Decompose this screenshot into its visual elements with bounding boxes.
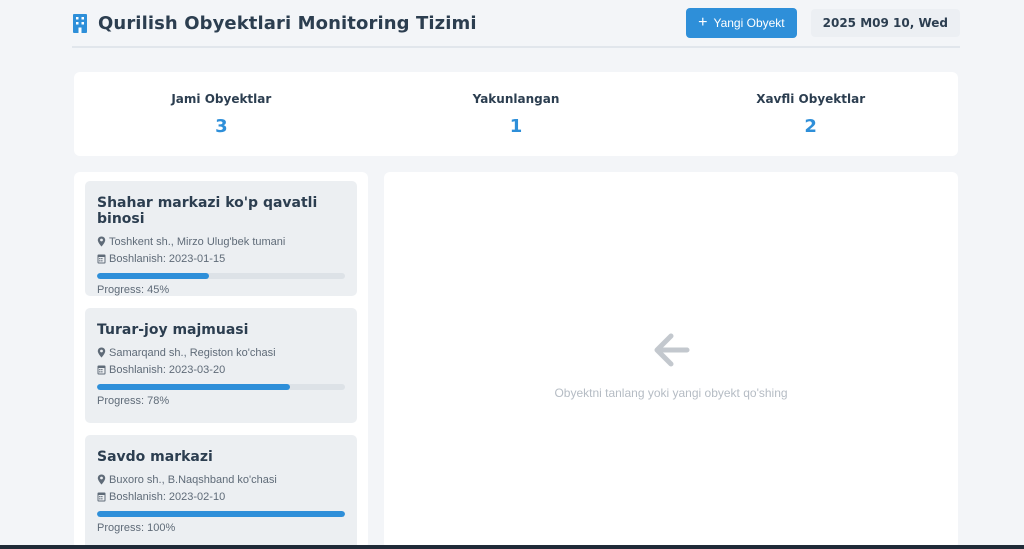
project-start: Boshlanish: 2023-03-20 [97, 363, 345, 376]
app-header: Qurilish Obyektlari Monitoring Tizimi + … [72, 0, 960, 48]
taskbar-strip [0, 545, 1024, 549]
location-text: Buxoro sh., B.Naqshband ko'chasi [109, 473, 277, 486]
stat-label: Jami Obyektlar [171, 91, 272, 106]
progress-bar-fill [97, 511, 345, 517]
project-list: Shahar markazi ko'p qavatli binosi Toshk… [74, 172, 368, 549]
calendar-icon [97, 491, 106, 502]
progress-bar [97, 273, 345, 279]
project-location: Buxoro sh., B.Naqshband ko'chasi [97, 473, 345, 486]
project-card[interactable]: Shahar markazi ko'p qavatli binosi Toshk… [85, 181, 357, 296]
project-name: Turar-joy majmuasi [97, 322, 249, 338]
project-name: Savdo markazi [97, 449, 213, 465]
location-text: Toshkent sh., Mirzo Ulug'bek tumani [109, 235, 286, 248]
empty-state-text: Obyektni tanlang yoki yangi obyekt qo'sh… [554, 386, 788, 400]
empty-state: Obyektni tanlang yoki yangi obyekt qo'sh… [384, 332, 958, 400]
stat-completed: Yakunlangan 1 [369, 92, 664, 137]
stat-total: Jami Obyektlar 3 [74, 92, 369, 137]
date-badge: 2025 M09 10, Wed [810, 9, 960, 37]
progress-text: Progress: 45% [97, 284, 170, 296]
stat-value: 2 [804, 115, 817, 137]
progress-bar-fill [97, 384, 291, 390]
title-group: Qurilish Obyektlari Monitoring Tizimi [72, 13, 477, 34]
page-title: Qurilish Obyektlari Monitoring Tizimi [98, 12, 477, 34]
project-name: Shahar markazi ko'p qavatli binosi [97, 195, 318, 227]
calendar-icon [97, 253, 106, 264]
project-location: Toshkent sh., Mirzo Ulug'bek tumani [97, 235, 345, 248]
map-marker-icon [97, 347, 106, 358]
stat-dangerous: Xavfli Obyektlar 2 [663, 92, 958, 137]
project-location: Samarqand sh., Registon ko'chasi [97, 346, 345, 359]
stat-label: Xavfli Obyektlar [756, 91, 866, 106]
progress-text: Progress: 100% [97, 522, 176, 534]
project-start: Boshlanish: 2023-01-15 [97, 252, 345, 265]
add-object-label: Yangi Obyekt [713, 16, 785, 30]
map-marker-icon [97, 474, 106, 485]
start-text: Boshlanish: 2023-03-20 [109, 363, 226, 376]
project-card[interactable]: Savdo markazi Buxoro sh., B.Naqshband ko… [85, 435, 357, 549]
detail-panel: Obyektni tanlang yoki yangi obyekt qo'sh… [384, 172, 958, 549]
plus-icon: + [698, 14, 708, 31]
project-card[interactable]: Turar-joy majmuasi Samarqand sh., Regist… [85, 308, 357, 423]
building-icon [72, 13, 88, 33]
progress-bar [97, 511, 345, 517]
stat-value: 3 [215, 115, 228, 137]
header-actions: + Yangi Obyekt 2025 M09 10, Wed [686, 8, 960, 38]
arrow-left-icon [384, 332, 958, 368]
progress-text: Progress: 78% [97, 395, 170, 407]
start-text: Boshlanish: 2023-02-10 [109, 490, 226, 503]
stat-label: Yakunlangan [472, 91, 560, 106]
stats-panel: Jami Obyektlar 3 Yakunlangan 1 Xavfli Ob… [74, 72, 958, 156]
calendar-icon [97, 364, 106, 375]
location-text: Samarqand sh., Registon ko'chasi [109, 346, 276, 359]
progress-bar [97, 384, 345, 390]
project-start: Boshlanish: 2023-02-10 [97, 490, 345, 503]
add-object-button[interactable]: + Yangi Obyekt [686, 8, 797, 38]
progress-bar-fill [97, 273, 209, 279]
stat-value: 1 [509, 115, 523, 137]
map-marker-icon [97, 236, 106, 247]
start-text: Boshlanish: 2023-01-15 [109, 252, 226, 265]
